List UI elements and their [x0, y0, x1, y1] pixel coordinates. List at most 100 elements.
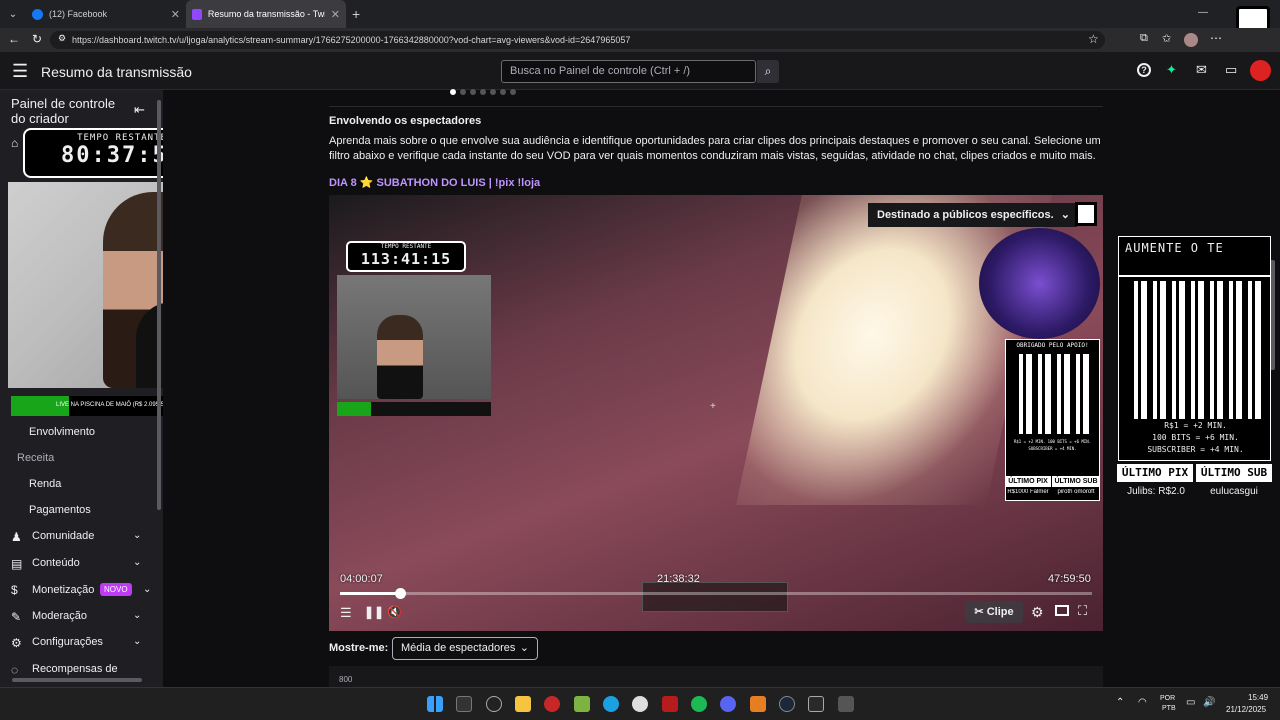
sidebar-item-renda[interactable]: Renda: [29, 478, 61, 490]
app-face-icon[interactable]: [632, 696, 648, 712]
right-rate-1: R$1 = +2 MIN.: [1164, 421, 1227, 430]
more-icon[interactable]: ⋯: [1210, 31, 1222, 45]
chapters-icon[interactable]: ☰: [340, 605, 352, 621]
url-field[interactable]: https://dashboard.twitch.tv/u/ljoga/anal…: [50, 31, 1105, 49]
app-red-icon[interactable]: [544, 696, 560, 712]
extensions-icon[interactable]: ⧉: [1140, 32, 1148, 45]
volume-icon[interactable]: 🔊: [1203, 697, 1215, 708]
dot-active[interactable]: [450, 89, 456, 95]
dot[interactable]: [510, 89, 516, 95]
sidebar-item-monetizacao[interactable]: Monetização: [32, 584, 94, 596]
filter-select[interactable]: Média de espectadores ⌄: [392, 637, 538, 660]
star-icon[interactable]: ☆: [1088, 32, 1099, 46]
content-icon: ▤: [11, 557, 23, 571]
inner-webcam: [337, 275, 491, 399]
app-green-icon[interactable]: [574, 696, 590, 712]
dot[interactable]: [470, 89, 476, 95]
inner-timer-value: 113:41:15: [360, 250, 452, 268]
sidebar-item-moderacao[interactable]: Moderação: [32, 610, 87, 622]
dot[interactable]: [480, 89, 486, 95]
whispers-icon[interactable]: ▭: [1225, 62, 1237, 78]
chevron-up-icon[interactable]: ⌃: [1116, 697, 1124, 708]
clip-label: Clipe: [986, 606, 1014, 618]
search-input[interactable]: Busca no Painel de controle (Ctrl + /): [501, 60, 756, 83]
chevron-down-icon[interactable]: ⌄: [143, 584, 151, 595]
chevron-down-icon[interactable]: ⌄: [133, 636, 141, 647]
sidebar-item-recompensas[interactable]: Recompensas de: [32, 663, 118, 675]
dot[interactable]: [490, 89, 496, 95]
vod-title-link[interactable]: DIA 8 ⭐ SUBATHON DO LUIS | !pix !loja: [329, 176, 540, 189]
close-tab-icon[interactable]: ✕: [171, 8, 180, 21]
help-icon[interactable]: ?: [1137, 63, 1151, 77]
spotify-icon[interactable]: [691, 696, 707, 712]
time-current: 04:00:07: [340, 573, 383, 585]
tab-list-button[interactable]: ⌄: [0, 0, 26, 28]
terminal-icon[interactable]: [456, 696, 472, 712]
new-tab-button[interactable]: +: [346, 0, 366, 28]
filter-value: Média de espectadores: [401, 642, 516, 654]
theater-mode-icon[interactable]: [1055, 605, 1069, 616]
address-bar-row: ← ↻ https://dashboard.twitch.tv/u/ljoga/…: [0, 28, 1280, 52]
reload-icon[interactable]: ↻: [32, 32, 42, 46]
back-icon[interactable]: ←: [8, 32, 20, 46]
dot[interactable]: [500, 89, 506, 95]
github-icon[interactable]: [486, 696, 502, 712]
sidebar-item-conteudo[interactable]: Conteúdo: [32, 557, 80, 569]
app-orange-icon[interactable]: [750, 696, 766, 712]
mute-icon[interactable]: 🔇: [387, 605, 402, 619]
keyboard-layout[interactable]: PTB: [1162, 705, 1176, 712]
seek-bar[interactable]: [340, 592, 1092, 595]
dot[interactable]: [460, 89, 466, 95]
input-language[interactable]: POR: [1160, 695, 1175, 702]
favorites-icon[interactable]: ✩: [1162, 32, 1171, 45]
edge-icon[interactable]: [603, 696, 619, 712]
clock-time[interactable]: 15:49: [1248, 693, 1268, 702]
fullscreen-icon[interactable]: ⛶: [1078, 603, 1087, 619]
sidebar-item-pagamentos[interactable]: Pagamentos: [29, 504, 91, 516]
minimize-button[interactable]: —: [1198, 7, 1208, 18]
tab-facebook[interactable]: (12) Facebook ✕: [26, 0, 186, 28]
community-icon: ♟: [11, 530, 22, 544]
clip-button[interactable]: ✂ Clipe: [965, 601, 1023, 623]
tab-twitch[interactable]: Resumo da transmissão - Twitch ✕: [186, 0, 346, 28]
sidebar-vertical-scrollbar[interactable]: [157, 100, 161, 510]
steam-icon[interactable]: [779, 696, 795, 712]
pause-icon[interactable]: ❚❚: [364, 605, 384, 619]
chevron-down-icon[interactable]: ⌄: [133, 530, 141, 541]
sparkle-icon[interactable]: ✦: [1166, 62, 1177, 78]
chevron-down-icon[interactable]: ⌄: [133, 557, 141, 568]
sidebar-item-envolvimento[interactable]: Envolvimento: [29, 426, 95, 438]
file-explorer-icon[interactable]: [515, 696, 531, 712]
windows-start-icon[interactable]: [427, 696, 443, 712]
home-icon[interactable]: ⌂: [11, 136, 18, 150]
calculator-icon[interactable]: [838, 696, 854, 712]
user-avatar[interactable]: [1250, 60, 1271, 81]
search-button[interactable]: ⌕: [757, 60, 779, 83]
settings-gear-icon[interactable]: ⚙: [1031, 604, 1044, 621]
inner-qr-code: [1012, 354, 1093, 434]
profile-avatar[interactable]: [1184, 33, 1198, 47]
sidebar-item-comunidade[interactable]: Comunidade: [32, 530, 94, 542]
app-news-icon[interactable]: [662, 696, 678, 712]
right-last-sub-value: eulucasgui: [1210, 486, 1258, 497]
audience-banner[interactable]: Destinado a públicos específicos. ⌄: [868, 203, 1077, 227]
section-title: Envolvendo os espectadores: [329, 115, 482, 127]
collapse-sidebar-icon[interactable]: ⇤: [134, 102, 145, 118]
right-qr-panel: R$1 = +2 MIN. 100 BITS = +6 MIN. SUBSCRI…: [1118, 276, 1271, 461]
wifi-icon[interactable]: ◠: [1138, 697, 1147, 708]
discord-icon[interactable]: [720, 696, 736, 712]
sidebar-item-configuracoes[interactable]: Configurações: [32, 636, 103, 648]
chevron-down-icon[interactable]: ⌄: [133, 610, 141, 621]
inner-goal-fill: [337, 402, 371, 416]
clock-date[interactable]: 21/12/2025: [1226, 705, 1266, 714]
inbox-icon[interactable]: ✉: [1196, 62, 1207, 78]
inner-last-sub-value: piroth omoroft: [1057, 489, 1095, 495]
sidebar-horizontal-scrollbar[interactable]: [12, 678, 142, 682]
tab-label: Resumo da transmissão - Twitch: [207, 9, 325, 19]
epic-games-icon[interactable]: [808, 696, 824, 712]
menu-icon[interactable]: ☰: [12, 61, 28, 82]
inner-timer-overlay: TEMPO RESTANTE 113:41:15: [346, 241, 466, 272]
network-icon[interactable]: ▭: [1186, 697, 1195, 708]
vod-player[interactable]: Destinado a públicos específicos. ⌄ TEMP…: [329, 195, 1103, 631]
close-tab-icon[interactable]: ✕: [331, 8, 340, 21]
